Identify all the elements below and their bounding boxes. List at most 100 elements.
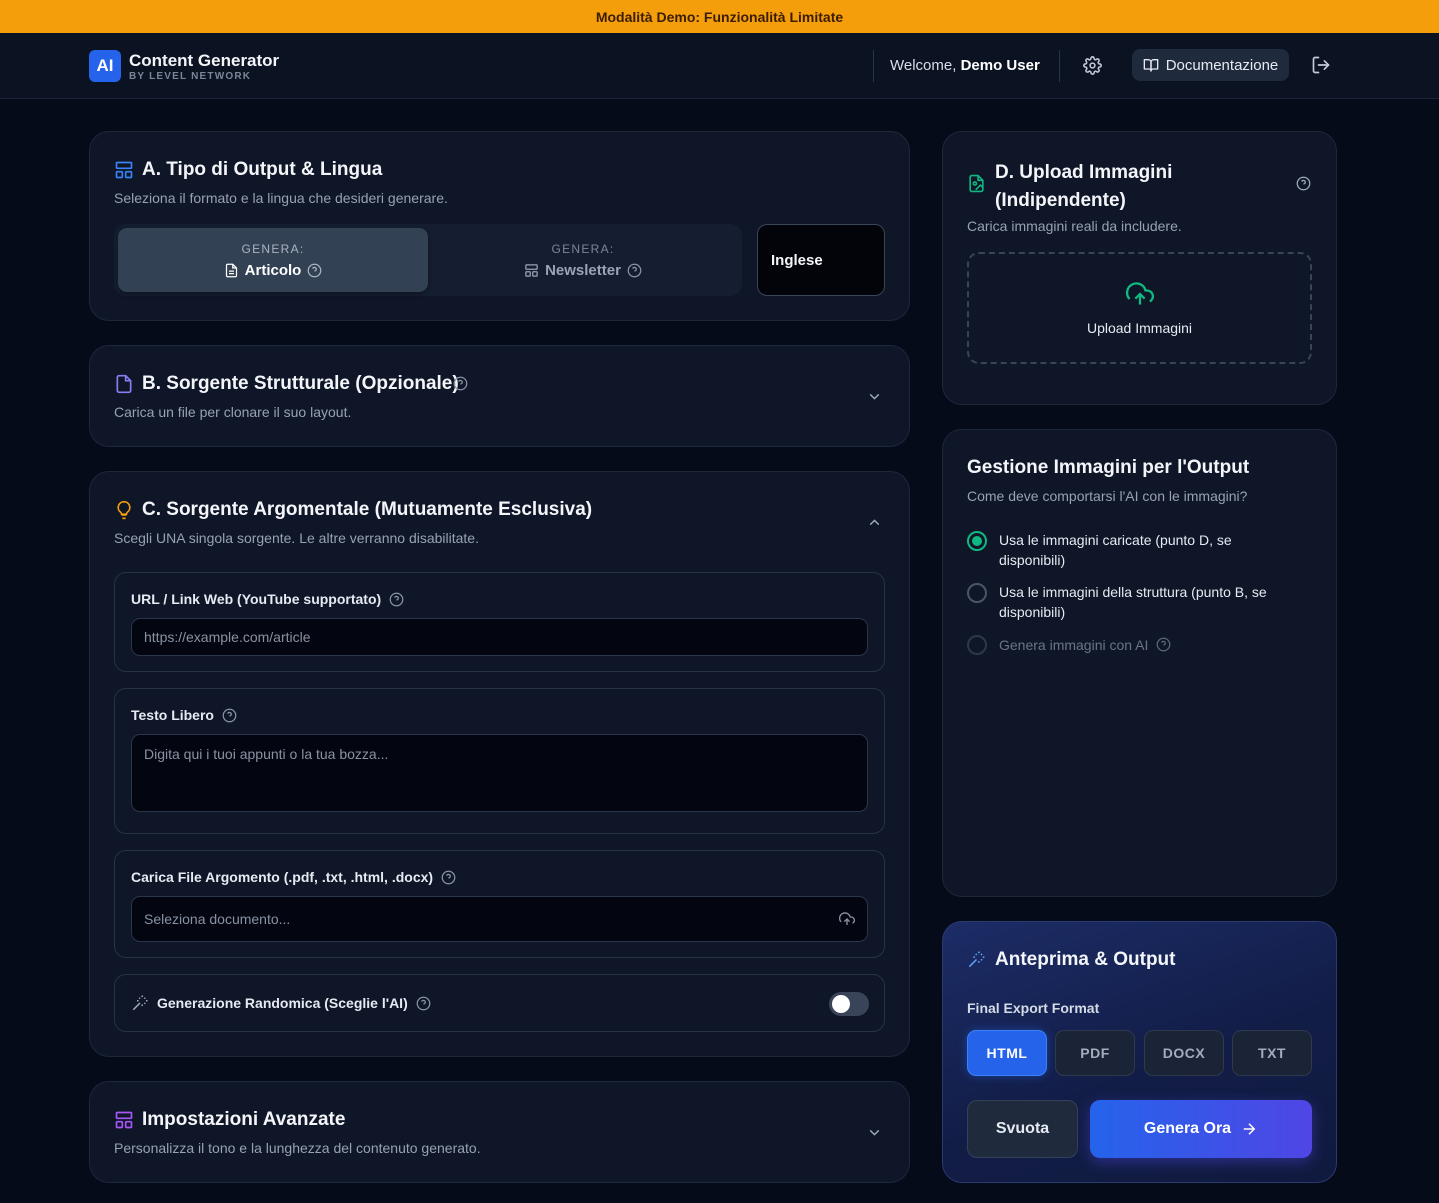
random-label: Generazione Randomica (Sceglie l'AI): [157, 995, 408, 1011]
help-circle-icon[interactable]: [441, 870, 456, 885]
top-navbar: AI Content Generator BY LEVEL NETWORK We…: [0, 33, 1439, 99]
layout-icon: [115, 161, 133, 179]
documentation-label: Documentazione: [1165, 56, 1279, 74]
radio-ai-images: Genera immagini con AI: [967, 634, 1171, 655]
output-type-selector: GENERA: Articolo GENERA: Newsletter: [114, 224, 742, 296]
logout-button[interactable]: [1309, 53, 1333, 77]
radio-label-line: Genera immagini con AI: [999, 636, 1149, 653]
radio-label: Usa le immagini della struttura (punto B…: [999, 582, 1267, 622]
section-c-desc: Scegli UNA singola sorgente. Le altre ve…: [114, 530, 479, 546]
radio-button[interactable]: [967, 531, 987, 551]
advanced-title: Impostazioni Avanzate: [142, 1109, 346, 1130]
welcome-prefix: Welcome,: [890, 57, 961, 74]
url-input[interactable]: https://example.com/article: [131, 618, 868, 656]
welcome-text: Welcome, Demo User: [890, 57, 1040, 74]
gear-icon: [1082, 55, 1102, 75]
help-circle-icon[interactable]: [453, 376, 468, 391]
chevron-down-icon[interactable]: [866, 1124, 883, 1141]
section-d-desc: Carica immagini reali da includere.: [967, 218, 1182, 234]
option-label: Articolo: [244, 261, 302, 279]
file-source-block: Carica File Argomento (.pdf, .txt, .html…: [114, 850, 885, 958]
chevron-down-icon[interactable]: [866, 388, 883, 405]
option-newsletter[interactable]: GENERA: Newsletter: [428, 228, 738, 292]
section-b-title: B. Sorgente Strutturale (Opzionale): [142, 373, 459, 394]
help-circle-icon[interactable]: [1296, 176, 1311, 191]
generate-label: Genera Ora: [1143, 1120, 1232, 1137]
book-open-icon: [1143, 59, 1159, 72]
images-title: Gestione Immagini per l'Output: [967, 457, 1250, 478]
settings-button[interactable]: [1080, 53, 1104, 77]
radio-label: Genera immagini con AI: [999, 634, 1171, 655]
upload-cloud-icon: [839, 912, 855, 925]
chevron-up-icon[interactable]: [866, 514, 883, 531]
section-b-desc: Carica un file per clonare il suo layout…: [114, 404, 352, 420]
file-icon: [116, 374, 132, 394]
file-placeholder: Seleziona documento...: [144, 911, 291, 927]
help-circle-icon[interactable]: [416, 996, 431, 1011]
demo-banner: Modalità Demo: Funzionalità Limitate: [0, 0, 1439, 33]
generate-button[interactable]: Genera Ora: [1090, 1100, 1312, 1158]
section-d-title-line1: D. Upload Immagini: [995, 162, 1173, 183]
clear-button[interactable]: Svuota: [967, 1100, 1078, 1158]
format-pdf-button[interactable]: PDF: [1055, 1030, 1135, 1076]
radio-label-line: disponibili): [999, 604, 1066, 620]
divider: [873, 50, 874, 82]
help-circle-icon[interactable]: [222, 708, 237, 723]
user-name: Demo User: [960, 57, 1040, 74]
section-d-title-line2: (Indipendente): [995, 190, 1126, 211]
section-d-title: D. Upload Immagini (Indipendente): [995, 159, 1172, 215]
format-html-button[interactable]: HTML: [967, 1030, 1047, 1076]
option-articolo[interactable]: GENERA: Articolo: [118, 228, 428, 292]
text-label: Testo Libero: [131, 707, 214, 723]
format-docx-button[interactable]: DOCX: [1144, 1030, 1224, 1076]
app-title: Content Generator: [129, 51, 280, 70]
magic-wand-icon: [968, 951, 985, 968]
url-label: URL / Link Web (YouTube supportato): [131, 591, 382, 607]
section-a-title: A. Tipo di Output & Lingua: [142, 159, 383, 180]
upload-label: Upload Immagini: [1086, 320, 1193, 336]
file-label: Carica File Argomento (.pdf, .txt, .html…: [131, 869, 434, 885]
documentation-button[interactable]: Documentazione: [1132, 49, 1289, 81]
free-text-area[interactable]: Digita qui i tuoi appunti o la tua bozza…: [131, 734, 868, 812]
arrow-right-icon: [1243, 1123, 1256, 1135]
section-b-card[interactable]: [89, 345, 910, 447]
lightbulb-icon: [117, 500, 131, 520]
help-circle-icon[interactable]: [1156, 637, 1171, 652]
text-source-block: Testo Libero Digita qui i tuoi appunti o…: [114, 688, 885, 834]
file-picker[interactable]: Seleziona documento...: [131, 896, 868, 942]
radio-label-line: Usa le immagini caricate (punto D, se: [999, 532, 1232, 548]
images-desc: Come deve comportarsi l'AI con le immagi…: [967, 488, 1248, 504]
layout-icon: [525, 263, 538, 277]
option-caption: GENERA:: [241, 241, 305, 256]
radio-label-line: disponibili): [999, 552, 1066, 568]
magic-wand-icon: [132, 995, 148, 1011]
radio-button[interactable]: [967, 583, 987, 603]
radio-button: [967, 635, 987, 655]
divider: [1059, 50, 1060, 82]
image-upload-dropzone[interactable]: Upload Immagini: [967, 252, 1312, 364]
section-a-desc: Seleziona il formato e la lingua che des…: [114, 190, 448, 206]
advanced-settings-card[interactable]: [89, 1081, 910, 1183]
language-select[interactable]: Inglese: [757, 224, 885, 296]
section-c-title: C. Sorgente Argomentale (Mutuamente Escl…: [142, 499, 593, 520]
radio-label-line: Usa le immagini della struttura (punto B…: [999, 584, 1267, 600]
format-txt-button[interactable]: TXT: [1232, 1030, 1312, 1076]
help-circle-icon[interactable]: [307, 263, 322, 278]
help-circle-icon[interactable]: [389, 592, 404, 607]
radio-label: Usa le immagini caricate (punto D, se dis…: [999, 530, 1232, 570]
format-label: Final Export Format: [967, 1000, 1100, 1016]
help-circle-icon[interactable]: [627, 263, 642, 278]
logout-icon: [1312, 56, 1330, 74]
radio-uploaded-images[interactable]: Usa le immagini caricate (punto D, se dis…: [967, 530, 1232, 570]
output-title: Anteprima & Output: [995, 949, 1176, 970]
image-file-icon: [969, 174, 984, 193]
layout-icon: [115, 1111, 133, 1129]
radio-structure-images[interactable]: Usa le immagini della struttura (punto B…: [967, 582, 1267, 622]
url-source-block: URL / Link Web (YouTube supportato) http…: [114, 572, 885, 672]
upload-cloud-icon: [1125, 282, 1154, 305]
option-label: Newsletter: [545, 261, 621, 279]
random-toggle[interactable]: [829, 992, 869, 1016]
option-caption: GENERA:: [551, 241, 615, 256]
app-logo[interactable]: AI: [89, 50, 121, 82]
app-subtitle: BY LEVEL NETWORK: [129, 71, 252, 82]
